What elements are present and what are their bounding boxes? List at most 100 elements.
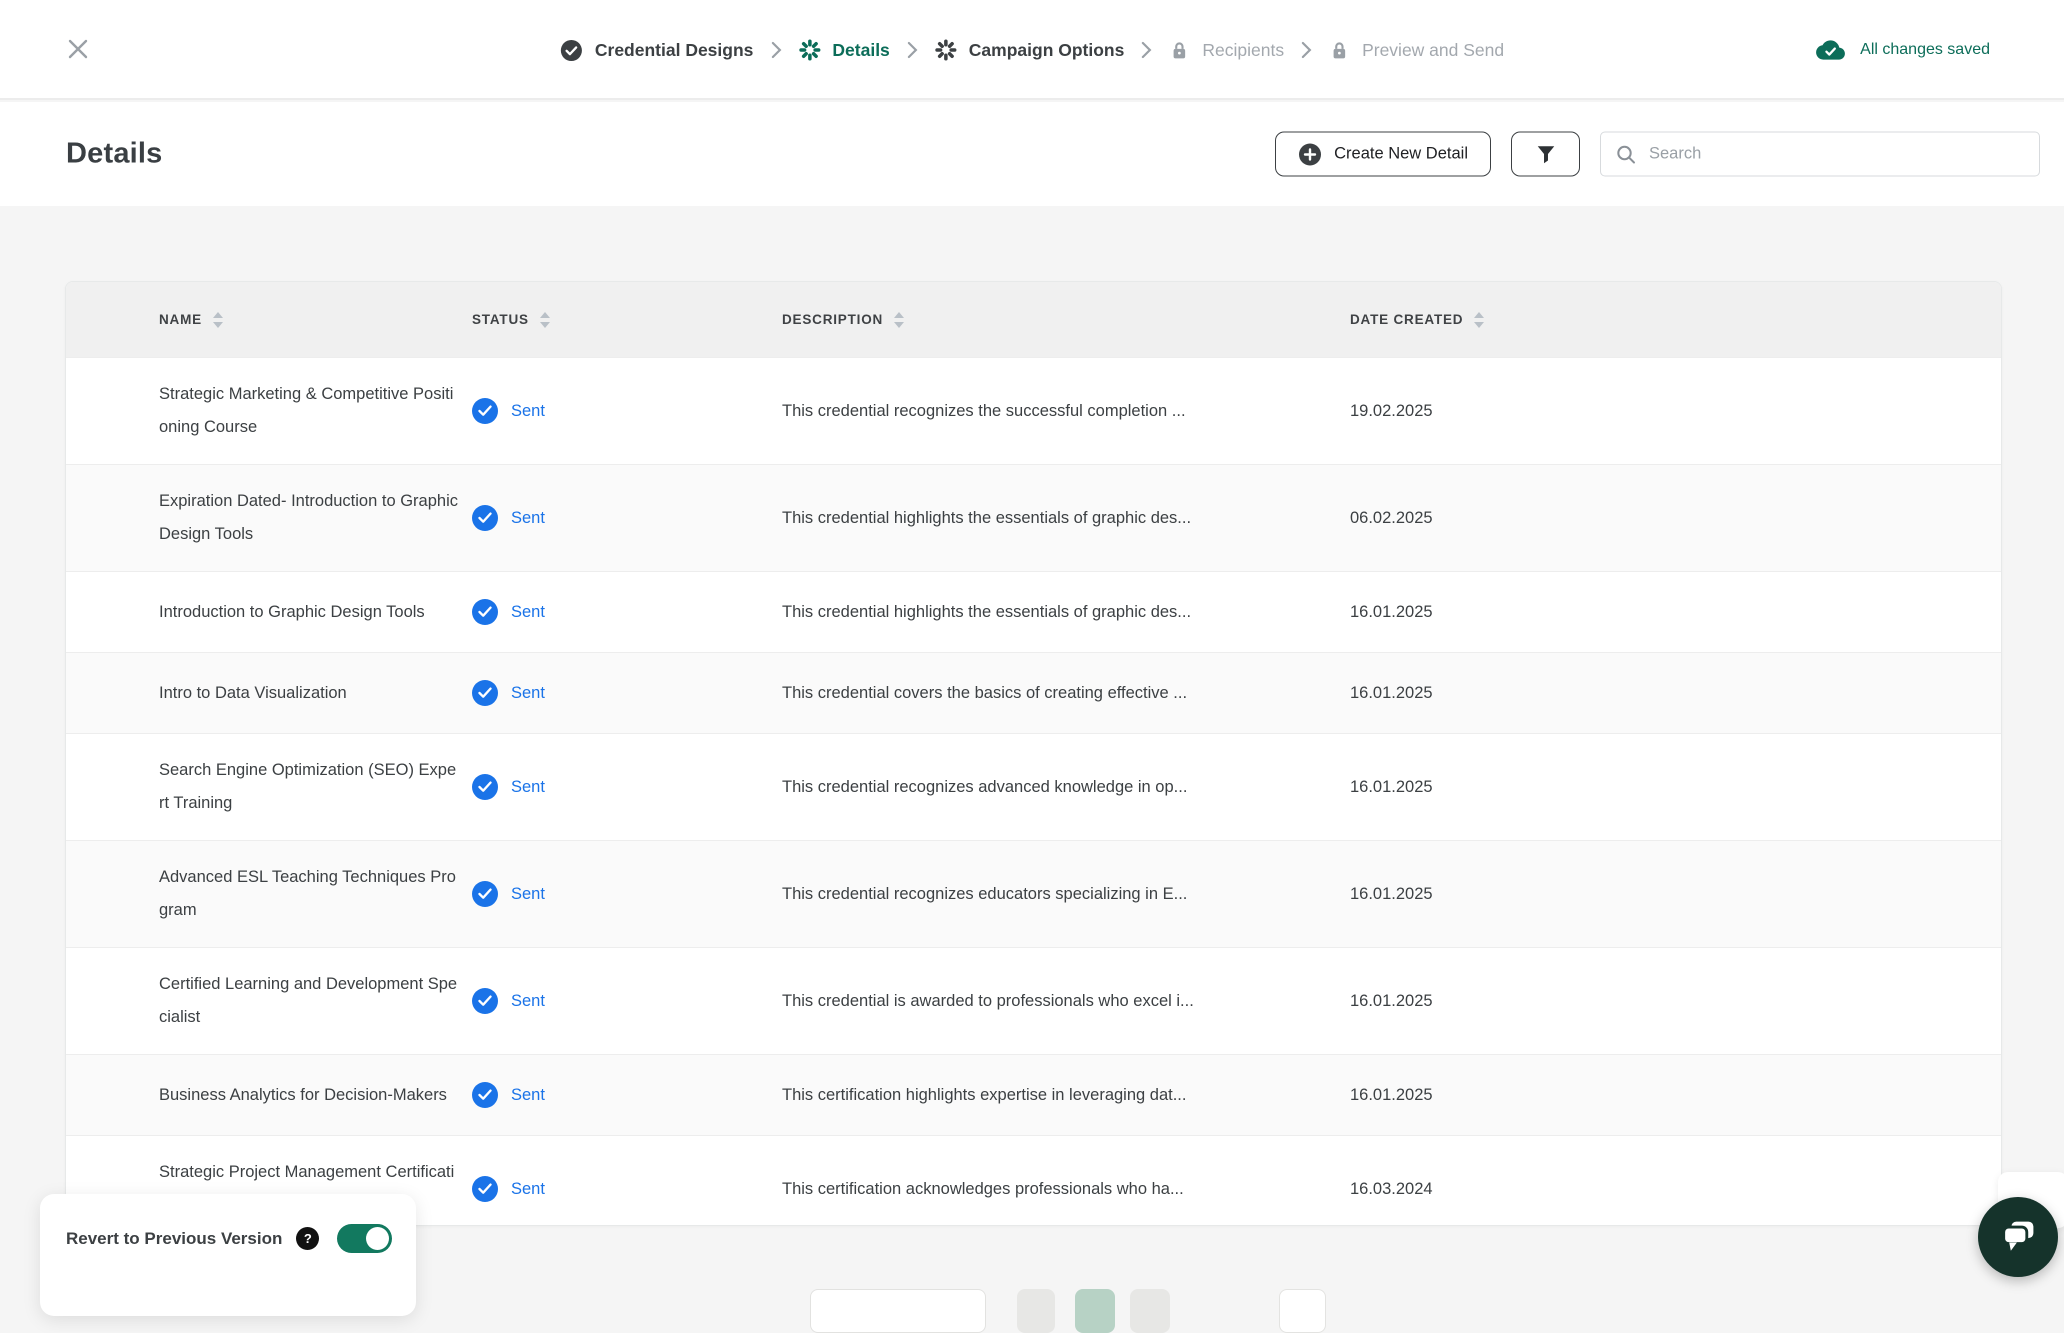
status-link[interactable]: Sent	[511, 603, 545, 622]
status-link[interactable]: Sent	[511, 992, 545, 1011]
status-link[interactable]: Sent	[511, 684, 545, 703]
credential-name: Search Engine Optimization (SEO) Expert …	[159, 761, 457, 812]
column-label: STATUS	[472, 312, 529, 327]
status-cell: Sent	[472, 988, 782, 1014]
progress-icon	[798, 39, 820, 61]
chevron-right-icon	[907, 41, 918, 59]
sent-check-icon	[472, 599, 498, 625]
create-new-detail-label: Create New Detail	[1334, 144, 1468, 163]
search-icon	[1615, 143, 1637, 165]
current-page-button[interactable]	[1075, 1289, 1115, 1333]
check-circle-icon	[560, 39, 583, 62]
next-page-button[interactable]	[1279, 1289, 1326, 1333]
breadcrumb-credential-designs[interactable]: Credential Designs	[560, 39, 753, 62]
toggle-knob	[366, 1227, 390, 1250]
date-created: 16.01.2025	[1350, 1085, 1433, 1104]
sent-check-icon	[472, 1176, 498, 1202]
table-row[interactable]: Business Analytics for Decision-Makers S…	[66, 1054, 2001, 1135]
filter-button[interactable]	[1511, 131, 1580, 177]
status-cell: Sent	[472, 398, 782, 424]
chevron-right-icon	[771, 41, 781, 59]
table-row[interactable]: Expiration Dated- Introduction to Graphi…	[66, 464, 2001, 571]
lock-icon	[1169, 40, 1190, 61]
status-cell: Sent	[472, 680, 782, 706]
breadcrumb-campaign-options[interactable]: Campaign Options	[935, 39, 1124, 61]
lock-icon	[1329, 40, 1350, 61]
breadcrumb-label: Details	[832, 39, 890, 60]
table-body: Strategic Marketing & Competitive Positi…	[66, 357, 2001, 1225]
credential-name: Advanced ESL Teaching Techniques Program	[159, 868, 456, 919]
breadcrumb-details[interactable]: Details	[798, 39, 890, 61]
date-created: 16.01.2025	[1350, 884, 1433, 903]
date-created: 19.02.2025	[1350, 401, 1433, 420]
sent-check-icon	[472, 398, 498, 424]
rows-per-page-select[interactable]	[810, 1289, 986, 1333]
chevron-right-icon	[1301, 41, 1312, 59]
status-cell: Sent	[472, 599, 782, 625]
chat-button[interactable]	[1978, 1197, 2058, 1277]
create-new-detail-button[interactable]: Create New Detail	[1275, 131, 1491, 177]
date-created: 16.03.2024	[1350, 1179, 1433, 1198]
column-header-date-created[interactable]: DATE CREATED	[1350, 311, 2001, 328]
credential-description: This certification highlights expertise …	[782, 1085, 1187, 1104]
sent-check-icon	[472, 1082, 498, 1108]
date-created: 16.01.2025	[1350, 683, 1433, 702]
status-link[interactable]: Sent	[511, 778, 545, 797]
status-link[interactable]: Sent	[511, 1180, 545, 1199]
page-button[interactable]	[1130, 1289, 1170, 1333]
breadcrumb-preview-and-send: Preview and Send	[1329, 40, 1504, 61]
column-label: DESCRIPTION	[782, 312, 884, 327]
breadcrumb-recipients: Recipients	[1169, 40, 1284, 61]
progress-icon	[935, 39, 957, 61]
credential-description: This credential recognizes advanced know…	[782, 777, 1188, 796]
status-cell: Sent	[472, 1176, 782, 1202]
credential-name: Introduction to Graphic Design Tools	[159, 602, 425, 621]
status-link[interactable]: Sent	[511, 402, 545, 421]
search-box	[1600, 131, 2040, 177]
page-title: Details	[66, 137, 163, 170]
close-icon[interactable]	[62, 33, 94, 65]
sort-icon	[212, 311, 223, 328]
page-button[interactable]	[1017, 1289, 1055, 1333]
status-link[interactable]: Sent	[511, 509, 545, 528]
revert-toggle[interactable]	[337, 1224, 393, 1253]
table-row[interactable]: Advanced ESL Teaching Techniques Program…	[66, 840, 2001, 947]
sort-icon	[539, 311, 550, 328]
revert-label: Revert to Previous Version	[66, 1228, 283, 1248]
credential-name: Business Analytics for Decision-Makers	[159, 1085, 447, 1104]
column-header-name[interactable]: NAME	[159, 311, 472, 328]
cloud-check-icon	[1816, 38, 1846, 62]
save-status-label: All changes saved	[1860, 41, 1990, 58]
table-row[interactable]: Intro to Data Visualization Sent This cr…	[66, 652, 2001, 733]
search-input[interactable]	[1649, 144, 2025, 164]
credential-description: This credential highlights the essential…	[782, 508, 1192, 527]
status-link[interactable]: Sent	[511, 885, 545, 904]
status-cell: Sent	[472, 505, 782, 531]
date-created: 16.01.2025	[1350, 777, 1433, 796]
date-created: 06.02.2025	[1350, 508, 1433, 527]
details-table: NAME STATUS DESCRIPTION DATE CREATED Str…	[65, 281, 2002, 1226]
table-row[interactable]: Certified Learning and Development Speci…	[66, 947, 2001, 1054]
column-label: DATE CREATED	[1350, 312, 1464, 327]
table-row[interactable]: Introduction to Graphic Design Tools Sen…	[66, 571, 2001, 652]
column-header-description[interactable]: DESCRIPTION	[782, 311, 1350, 328]
credential-name: Expiration Dated- Introduction to Graphi…	[159, 492, 458, 543]
credential-name: Intro to Data Visualization	[159, 683, 347, 702]
sort-icon	[1474, 311, 1485, 328]
column-label: NAME	[159, 312, 202, 327]
credential-description: This credential recognizes educators spe…	[782, 884, 1188, 903]
save-status: All changes saved	[1816, 0, 1990, 100]
filter-funnel-icon	[1535, 143, 1557, 165]
column-header-status[interactable]: STATUS	[472, 311, 782, 328]
sent-check-icon	[472, 680, 498, 706]
sent-check-icon	[472, 988, 498, 1014]
status-link[interactable]: Sent	[511, 1086, 545, 1105]
credential-description: This credential recognizes the successfu…	[782, 401, 1186, 420]
table-row[interactable]: Strategic Marketing & Competitive Positi…	[66, 357, 2001, 464]
table-row[interactable]: Search Engine Optimization (SEO) Expert …	[66, 733, 2001, 840]
date-created: 16.01.2025	[1350, 991, 1433, 1010]
sort-icon	[894, 311, 905, 328]
chevron-right-icon	[1142, 41, 1152, 59]
help-icon[interactable]: ?	[296, 1227, 320, 1250]
date-created: 16.01.2025	[1350, 602, 1433, 621]
